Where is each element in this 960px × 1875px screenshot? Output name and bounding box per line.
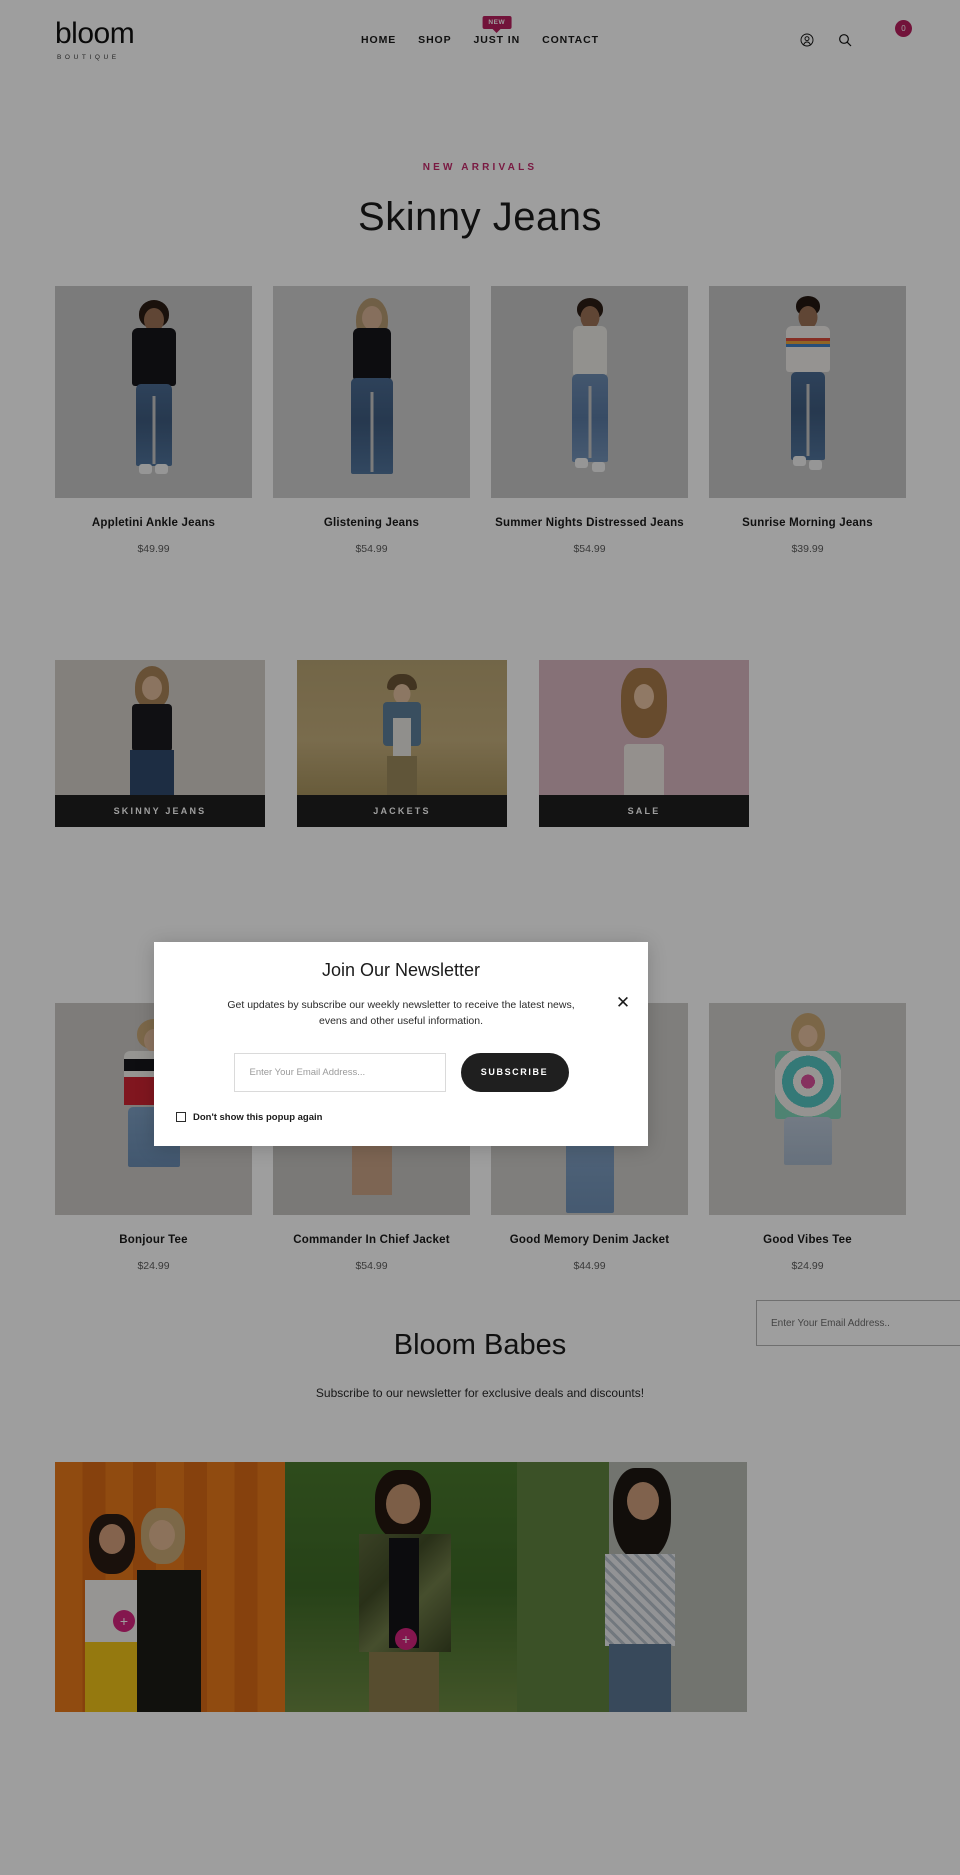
subscribe-button[interactable]: SUBSCRIBE	[460, 1052, 569, 1092]
modal-overlay[interactable]	[0, 0, 960, 1875]
modal-subscribe-form: Enter Your Email Address... SUBSCRIBE	[154, 1052, 648, 1092]
dont-show-label: Don't show this popup again	[193, 1111, 323, 1123]
page-root: bloom BOUTIQUE HOME SHOP NEW JUST IN CON…	[0, 0, 960, 1875]
modal-title: Join Our Newsletter	[321, 960, 481, 980]
modal-description: Get updates by subscribe our weekly news…	[227, 999, 575, 1028]
dont-show-checkbox[interactable]	[176, 1112, 186, 1123]
close-icon[interactable]: ✕	[614, 994, 632, 1012]
modal-suppress-row[interactable]: Don't show this popup again	[154, 1112, 648, 1123]
modal-email-input[interactable]: Enter Your Email Address...	[233, 1052, 446, 1092]
newsletter-modal: Join Our Newsletter ✕ Get updates by sub…	[154, 942, 648, 1146]
